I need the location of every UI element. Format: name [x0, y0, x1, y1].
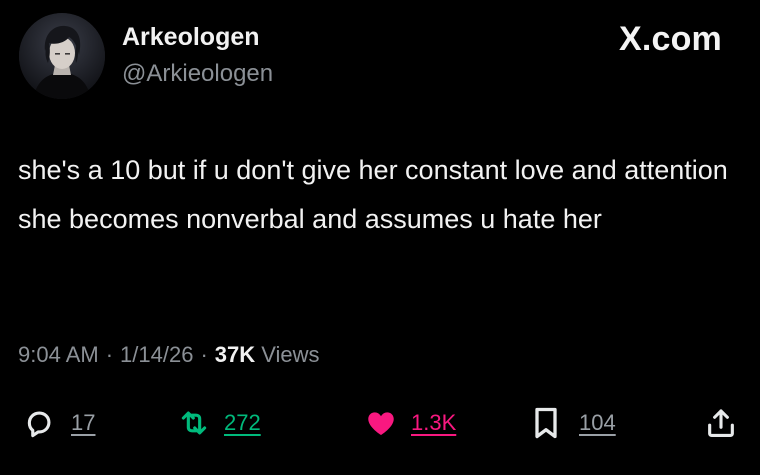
meta-separator: ·	[105, 342, 114, 367]
views-label: Views	[261, 342, 320, 367]
post-time[interactable]: 9:04 AM	[18, 342, 99, 367]
meta-separator: ·	[200, 342, 208, 367]
action-bar: 17 272 1.3K 104	[0, 398, 760, 448]
heart-icon	[368, 412, 394, 436]
bookmark-count[interactable]: 104	[579, 410, 616, 436]
repost-icon	[181, 411, 207, 435]
repost-count[interactable]: 272	[224, 410, 261, 436]
post-date[interactable]: 1/14/26	[120, 342, 193, 367]
views-count: 37K	[214, 342, 256, 367]
share-button[interactable]	[704, 398, 738, 448]
share-icon	[708, 409, 734, 438]
author-handle[interactable]: @Arkieologen	[122, 60, 273, 88]
like-button[interactable]: 1.3K	[363, 398, 456, 448]
avatar[interactable]	[19, 13, 105, 99]
reply-button[interactable]: 17	[22, 398, 95, 448]
bookmark-button[interactable]: 104	[531, 398, 616, 448]
bookmark-icon	[535, 407, 557, 439]
repost-button[interactable]: 272	[176, 398, 261, 448]
reply-count[interactable]: 17	[71, 410, 95, 436]
post-text: she's a 10 but if u don't give her const…	[18, 155, 728, 234]
site-label: X.com	[618, 20, 722, 58]
reply-icon	[27, 411, 51, 438]
author-display-name[interactable]: Arkeologen	[122, 22, 260, 52]
post-meta: 9:04 AM · 1/14/26 · 37K Views	[18, 340, 320, 370]
like-count[interactable]: 1.3K	[411, 410, 456, 436]
